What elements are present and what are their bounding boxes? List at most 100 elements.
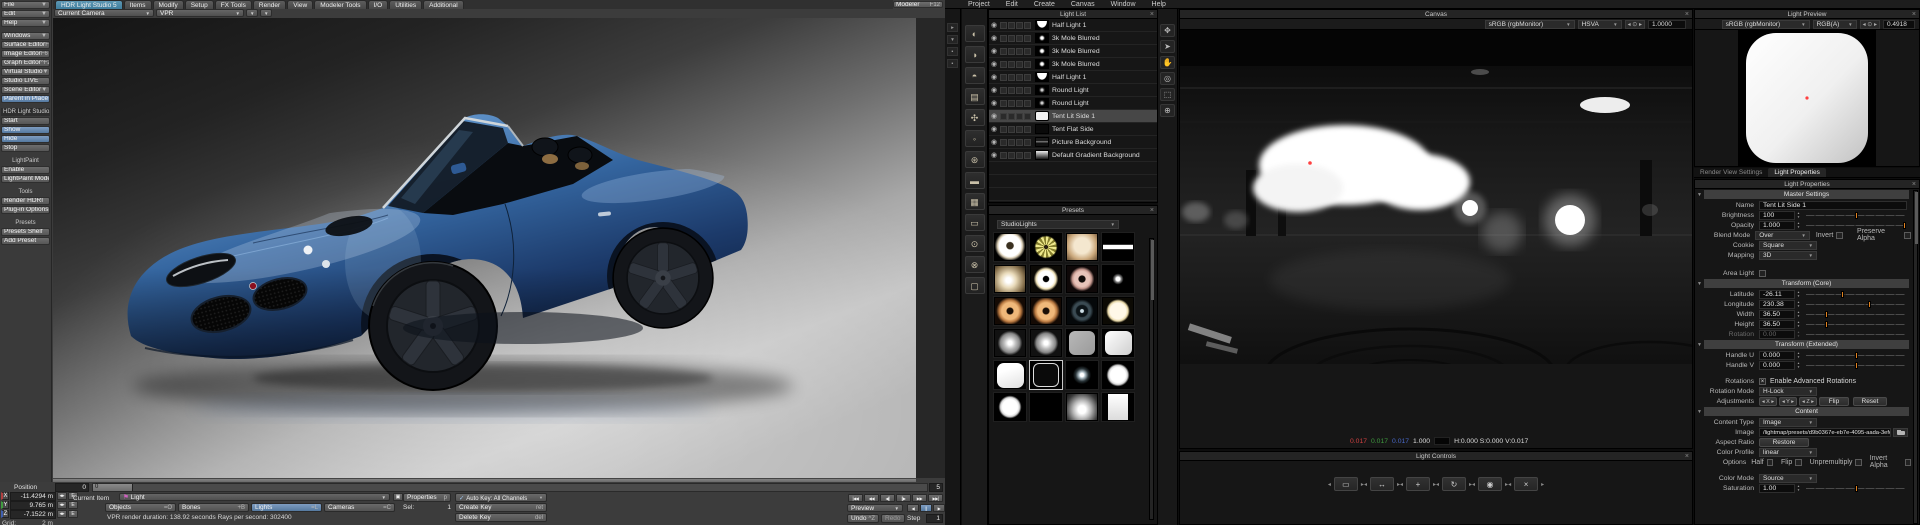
light-flag-toggle[interactable]	[1008, 112, 1015, 120]
tab-modeler-tools[interactable]: Modeler Tools	[314, 0, 367, 9]
menu-create[interactable]: Create	[1034, 1, 1055, 8]
canvas-exposure-field[interactable]: 1.0000	[1648, 19, 1686, 29]
invert-alpha-checkbox[interactable]	[1904, 458, 1911, 466]
tab-light-properties[interactable]: Light Properties	[1768, 168, 1826, 177]
undo-button[interactable]: Undo ^Z	[847, 514, 879, 523]
nudge-z-button[interactable]: ◂ Z ▸	[1799, 396, 1817, 406]
menu-canvas[interactable]: Canvas	[1071, 1, 1095, 8]
close-icon[interactable]: ×	[1685, 10, 1689, 19]
browse-folder-button[interactable]	[1893, 427, 1908, 437]
visibility-eye-icon[interactable]: ◉	[991, 125, 1000, 133]
handle-u-field[interactable]: 0.000	[1759, 350, 1795, 360]
light-tool-icon-5[interactable]: ◦	[964, 130, 985, 147]
blend-mode-dropdown[interactable]: Over ▼	[1755, 230, 1810, 240]
sidebar-item-virtual-studio[interactable]: Virtual Studio ▼	[1, 68, 50, 76]
autokey-toggle[interactable]: ✓ Auto Key: All Channels ▼	[455, 493, 547, 502]
light-flag-toggle[interactable]	[1008, 34, 1015, 42]
light-list-item[interactable]: ◉ Round Light	[989, 84, 1157, 97]
menu-project[interactable]: Project	[968, 1, 990, 8]
sidebar-item-graph-editor[interactable]: Graph Editor ^F2	[1, 59, 50, 67]
step-field[interactable]: 1	[926, 514, 943, 523]
sidebar-item-studio-live[interactable]: Studio LIVE	[1, 77, 50, 85]
preset-thumb[interactable]	[1065, 264, 1099, 294]
width-field[interactable]: 36.50	[1759, 309, 1795, 319]
light-flag-toggle[interactable]	[1008, 151, 1015, 159]
opacity-field[interactable]: 1.000	[1759, 220, 1795, 230]
light-flag-toggle[interactable]	[1016, 21, 1023, 29]
scale-control[interactable]: ▭	[1333, 477, 1358, 491]
light-flag-toggle[interactable]	[1024, 34, 1031, 42]
prev-frame-button[interactable]: ◀||	[880, 494, 895, 502]
region-tool-icon[interactable]: ⊕	[1160, 104, 1175, 117]
handle-v-slider[interactable]	[1806, 361, 1905, 370]
preset-thumb[interactable]	[1065, 360, 1099, 390]
spinner-icon[interactable]: ▴ ▾	[1795, 300, 1802, 309]
light-flag-toggle[interactable]	[1024, 73, 1031, 81]
light-tool-icon-10[interactable]: ⊙	[964, 235, 985, 252]
marquee-tool-icon[interactable]: ⬚	[1160, 88, 1175, 101]
move-tool-icon[interactable]: ✥	[1160, 24, 1175, 37]
light-list-item[interactable]: ◉ 3k Mole Blurred	[989, 45, 1157, 58]
collapse-triangle-icon[interactable]: ▼	[1697, 281, 1704, 287]
menu-edit[interactable]: Edit	[1006, 1, 1018, 8]
width-slider[interactable]	[1806, 310, 1905, 319]
render-viewport[interactable]	[53, 18, 916, 478]
light-flag-toggle[interactable]	[1024, 125, 1031, 133]
sidebar-item-windows[interactable]: Windows ▼	[1, 32, 50, 40]
preset-thumb[interactable]	[1065, 232, 1099, 262]
bones-button[interactable]: Bones +B	[178, 503, 249, 512]
light-flag-toggle[interactable]	[1000, 21, 1007, 29]
x-stepper[interactable]: ◂▸	[57, 492, 67, 500]
sidebar-item-stop[interactable]: Stop	[1, 144, 50, 152]
light-list-item[interactable]: ◉ Tent Lit Side 1	[989, 110, 1157, 123]
preset-thumb[interactable]	[1065, 296, 1099, 326]
preset-thumb[interactable]	[993, 328, 1027, 358]
flip-button[interactable]: Flip	[1819, 396, 1849, 406]
preview-exposure-stepper[interactable]: ◂ ⊙ ▸	[1859, 19, 1880, 29]
sidebar-item-help[interactable]: Help ▼	[1, 19, 50, 27]
saturation-slider[interactable]	[1806, 484, 1905, 493]
sidebar-item-surface-editor[interactable]: Surface EditorF5	[1, 41, 50, 49]
tab-fx-tools[interactable]: FX Tools	[214, 0, 252, 9]
dock-icon-3[interactable]: ▪	[947, 59, 958, 68]
position-x-value[interactable]: -11.4294 m	[10, 491, 56, 501]
color-mode-dropdown[interactable]: Source ▼	[1759, 473, 1817, 483]
light-tool-icon-12[interactable]: ▢	[964, 277, 985, 294]
unpremultiply-checkbox[interactable]	[1855, 458, 1862, 466]
light-tool-icon-3[interactable]: ▤	[964, 88, 985, 105]
frame-end-field[interactable]: 5	[929, 483, 943, 492]
sidebar-item-plug-in-options[interactable]: Plug-in Options	[1, 206, 50, 214]
cookie-dropdown[interactable]: Square ▼	[1759, 240, 1817, 250]
light-flag-toggle[interactable]	[1008, 47, 1015, 55]
light-flag-toggle[interactable]	[1000, 60, 1007, 68]
preset-thumb[interactable]	[993, 264, 1027, 294]
frame-start-field[interactable]: 0	[55, 483, 89, 492]
close-icon[interactable]: ×	[1150, 10, 1154, 19]
light-flag-toggle[interactable]	[1000, 34, 1007, 42]
close-icon[interactable]: ×	[1912, 180, 1916, 189]
nudge-y-button[interactable]: ◂ Y ▸	[1779, 396, 1797, 406]
content-type-dropdown[interactable]: Image ▼	[1759, 417, 1817, 427]
preset-thumb[interactable]	[993, 232, 1027, 262]
height-slider[interactable]	[1806, 320, 1905, 329]
preset-thumb[interactable]	[1029, 328, 1063, 358]
drag-tool-icon[interactable]: ✋	[1160, 56, 1175, 69]
light-tool-icon-4[interactable]: ✣	[964, 109, 985, 126]
tab-render-view-settings[interactable]: Render View Settings	[1694, 168, 1768, 177]
height-field[interactable]: 36.50	[1759, 319, 1795, 329]
light-flag-toggle[interactable]	[1000, 73, 1007, 81]
camera-dropdown[interactable]: Current Camera ▼	[54, 9, 154, 17]
light-flag-toggle[interactable]	[1000, 86, 1007, 94]
preset-category-dropdown[interactable]: StudioLights ▼	[997, 220, 1119, 229]
half-checkbox[interactable]	[1766, 458, 1774, 466]
section-transform-core[interactable]: ▼ Transform (Core)	[1697, 279, 1909, 288]
light-tool-icon-2[interactable]: ◓	[964, 67, 985, 84]
latitude-field[interactable]: -26.11	[1759, 289, 1795, 299]
zoom-tool-icon[interactable]: ◎	[1160, 72, 1175, 85]
light-flag-toggle[interactable]	[1008, 60, 1015, 68]
spinner-icon[interactable]: ▴ ▾	[1795, 310, 1802, 319]
light-flag-toggle[interactable]	[1008, 21, 1015, 29]
prev-key-button[interactable]: ◀◀	[864, 494, 879, 502]
renderer-options-dropdown[interactable]: ▼	[246, 9, 258, 17]
y-stepper[interactable]: ◂▸	[57, 501, 67, 509]
